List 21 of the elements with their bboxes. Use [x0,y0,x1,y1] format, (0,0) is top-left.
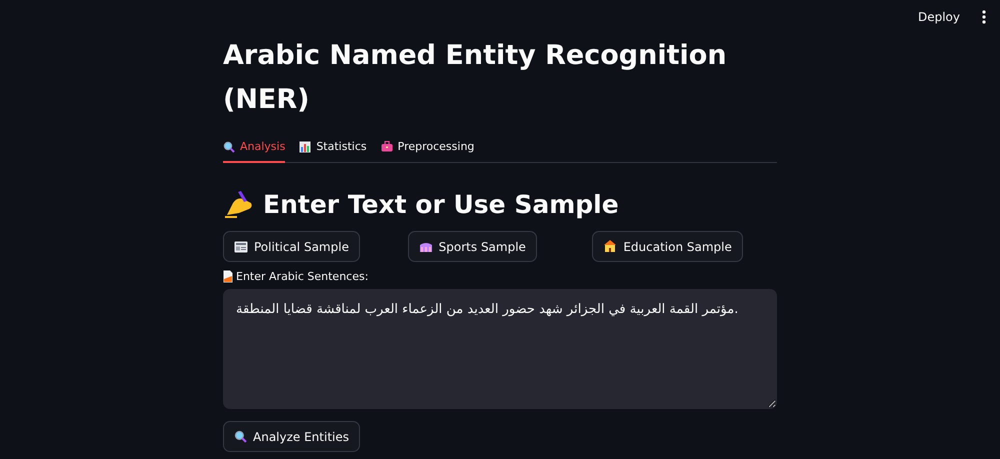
section-heading: Enter Text or Use Sample [263,190,619,218]
newspaper-icon [234,240,248,252]
tab[interactable]: Preprocessing [380,136,474,163]
tab[interactable]: Statistics [299,136,367,163]
deploy-button[interactable]: Deploy [918,10,960,24]
stadium-icon [418,240,433,252]
page-title: Arabic Named Entity Recognition (NER) [223,39,728,117]
sample-button[interactable]: Political Sample [223,231,360,262]
magnifier-icon [234,430,247,443]
text-input-field[interactable]: مؤتمر القمة العربية في الجزائر شهد حضور العديد من الزعماء العرب لمناقشة قضايا المنطقة. [223,289,777,409]
tab[interactable]: Analysis [223,136,286,163]
bar-chart-icon [299,140,312,152]
school-building-icon [603,240,618,253]
field-label: Enter Arabic Sentences: [236,270,368,283]
more-menu-icon[interactable] [982,10,986,24]
sample-button[interactable]: Sports Sample [408,231,537,262]
analyze-button[interactable]: Analyze Entities [223,421,360,452]
toolbox-icon [380,141,393,152]
magnifier-icon [223,140,235,152]
sample-button[interactable]: Education Sample [592,231,743,262]
document-icon [223,270,233,283]
